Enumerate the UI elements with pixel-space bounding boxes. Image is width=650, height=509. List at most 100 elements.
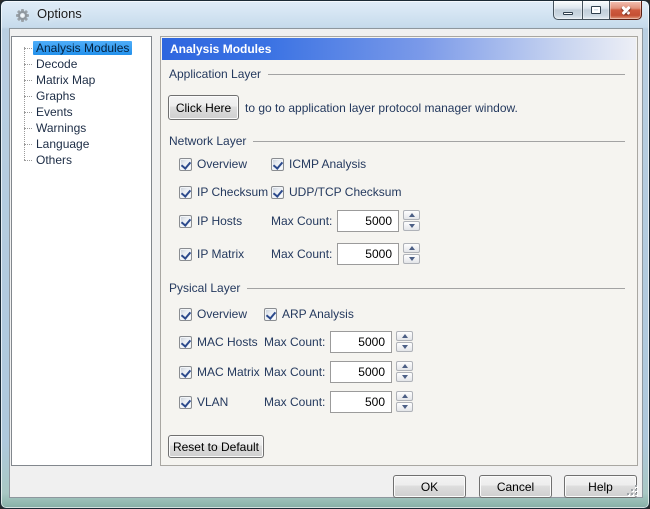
mac-matrix-spinner xyxy=(396,361,413,383)
phy-overview-checkbox[interactable] xyxy=(179,308,192,321)
caption-buttons xyxy=(553,1,642,20)
chevron-up-icon xyxy=(402,394,408,398)
checkbox-label: IP Checksum xyxy=(197,185,268,199)
sidebar-item-language[interactable]: Language xyxy=(12,136,151,152)
chevron-down-icon xyxy=(402,345,408,349)
section-label: Pysical Layer xyxy=(169,281,240,295)
spin-down-button[interactable] xyxy=(403,221,420,231)
resize-grip-icon[interactable] xyxy=(627,485,637,495)
ip-matrix-checkbox[interactable] xyxy=(179,248,192,261)
ok-button[interactable]: OK xyxy=(393,475,466,498)
icmp-analysis-checkbox[interactable] xyxy=(271,158,284,171)
max-count-label: Max Count: xyxy=(271,214,332,228)
panel-title: Analysis Modules xyxy=(162,38,636,60)
spin-up-button[interactable] xyxy=(403,210,420,220)
spin-down-button[interactable] xyxy=(403,254,420,264)
physical-row-vlan: VLAN Max Count: xyxy=(161,391,637,413)
max-count-label: Max Count: xyxy=(264,335,325,349)
checkbox-label: VLAN xyxy=(197,395,228,409)
udp-tcp-checksum-checkbox[interactable] xyxy=(271,186,284,199)
sidebar-item-events[interactable]: Events xyxy=(12,104,151,120)
mac-hosts-max-count-input[interactable] xyxy=(330,331,392,353)
chevron-down-icon xyxy=(402,405,408,409)
main-panel: Analysis Modules Application Layer Click… xyxy=(160,36,638,466)
mac-hosts-spinner xyxy=(396,331,413,353)
ip-matrix-spinner xyxy=(403,243,420,265)
max-count-label: Max Count: xyxy=(264,395,325,409)
checkbox-label: Overview xyxy=(197,157,247,171)
cancel-button[interactable]: Cancel xyxy=(479,475,552,498)
vlan-spinner xyxy=(396,391,413,413)
chevron-down-icon xyxy=(409,257,415,261)
checkbox-label: ARP Analysis xyxy=(282,307,354,321)
max-count-label: Max Count: xyxy=(271,247,332,261)
arp-analysis-checkbox[interactable] xyxy=(264,308,277,321)
mac-hosts-checkbox[interactable] xyxy=(179,336,192,349)
maximize-icon xyxy=(591,6,601,14)
checkbox-label: Overview xyxy=(197,307,247,321)
chevron-up-icon xyxy=(409,213,415,217)
chevron-up-icon xyxy=(402,334,408,338)
sidebar-tree: Analysis Modules Decode Matrix Map Graph… xyxy=(11,36,152,466)
options-dialog: Options Analysis Modules Decode Matrix M… xyxy=(0,0,650,509)
chevron-down-icon xyxy=(402,375,408,379)
checkbox-label: IP Matrix xyxy=(197,247,244,261)
sidebar-item-others[interactable]: Others xyxy=(12,152,151,168)
ip-checksum-checkbox[interactable] xyxy=(179,186,192,199)
mac-matrix-checkbox[interactable] xyxy=(179,366,192,379)
chevron-up-icon xyxy=(409,246,415,250)
max-count-label: Max Count: xyxy=(264,365,325,379)
ip-hosts-max-count-input[interactable] xyxy=(337,210,399,232)
physical-row-mac-hosts: MAC Hosts Max Count: xyxy=(161,331,637,353)
section-application-layer: Application Layer xyxy=(169,66,625,82)
reset-to-default-button[interactable]: Reset to Default xyxy=(168,435,264,458)
spin-up-button[interactable] xyxy=(396,391,413,401)
ip-hosts-spinner xyxy=(403,210,420,232)
click-here-description: to go to application layer protocol mana… xyxy=(245,95,518,120)
spin-down-button[interactable] xyxy=(396,372,413,382)
section-physical-layer: Pysical Layer xyxy=(169,280,625,296)
section-label: Network Layer xyxy=(169,134,246,148)
section-divider xyxy=(268,74,625,75)
checkbox-label: MAC Matrix xyxy=(197,365,260,379)
vlan-checkbox[interactable] xyxy=(179,396,192,409)
vlan-max-count-input[interactable] xyxy=(330,391,392,413)
spin-up-button[interactable] xyxy=(403,243,420,253)
checkbox-label: MAC Hosts xyxy=(197,335,258,349)
physical-row-mac-matrix: MAC Matrix Max Count: xyxy=(161,361,637,383)
network-row-ip-hosts: IP Hosts Max Count: xyxy=(161,210,637,232)
network-row-ip-matrix: IP Matrix Max Count: xyxy=(161,243,637,265)
sidebar-item-decode[interactable]: Decode xyxy=(12,56,151,72)
click-here-button[interactable]: Click Here xyxy=(168,95,239,120)
overview-checkbox[interactable] xyxy=(179,158,192,171)
close-icon xyxy=(620,4,632,16)
sidebar-item-matrix-map[interactable]: Matrix Map xyxy=(12,72,151,88)
physical-row-overview: Overview ARP Analysis xyxy=(161,306,637,322)
checkbox-label: ICMP Analysis xyxy=(289,157,366,171)
spin-up-button[interactable] xyxy=(396,361,413,371)
chevron-down-icon xyxy=(409,224,415,228)
ip-matrix-max-count-input[interactable] xyxy=(337,243,399,265)
network-row-overview: Overview ICMP Analysis xyxy=(161,156,637,172)
spin-down-button[interactable] xyxy=(396,342,413,352)
sidebar-item-analysis-modules[interactable]: Analysis Modules xyxy=(12,40,151,56)
titlebar[interactable]: Options xyxy=(1,1,649,28)
minimize-button[interactable] xyxy=(553,1,583,20)
ip-hosts-checkbox[interactable] xyxy=(179,215,192,228)
mac-matrix-max-count-input[interactable] xyxy=(330,361,392,383)
close-button[interactable] xyxy=(610,1,642,20)
gear-icon xyxy=(16,9,29,22)
section-divider xyxy=(247,288,625,289)
sidebar-item-warnings[interactable]: Warnings xyxy=(12,120,151,136)
section-network-layer: Network Layer xyxy=(169,133,625,149)
spin-up-button[interactable] xyxy=(396,331,413,341)
network-row-checksum: IP Checksum UDP/TCP Checksum xyxy=(161,184,637,200)
spin-down-button[interactable] xyxy=(396,402,413,412)
checkbox-label: UDP/TCP Checksum xyxy=(289,185,401,199)
chevron-up-icon xyxy=(402,364,408,368)
window-title: Options xyxy=(37,1,82,27)
maximize-button[interactable] xyxy=(583,1,610,20)
sidebar-item-graphs[interactable]: Graphs xyxy=(12,88,151,104)
minimize-icon xyxy=(563,12,573,15)
section-label: Application Layer xyxy=(169,67,261,81)
